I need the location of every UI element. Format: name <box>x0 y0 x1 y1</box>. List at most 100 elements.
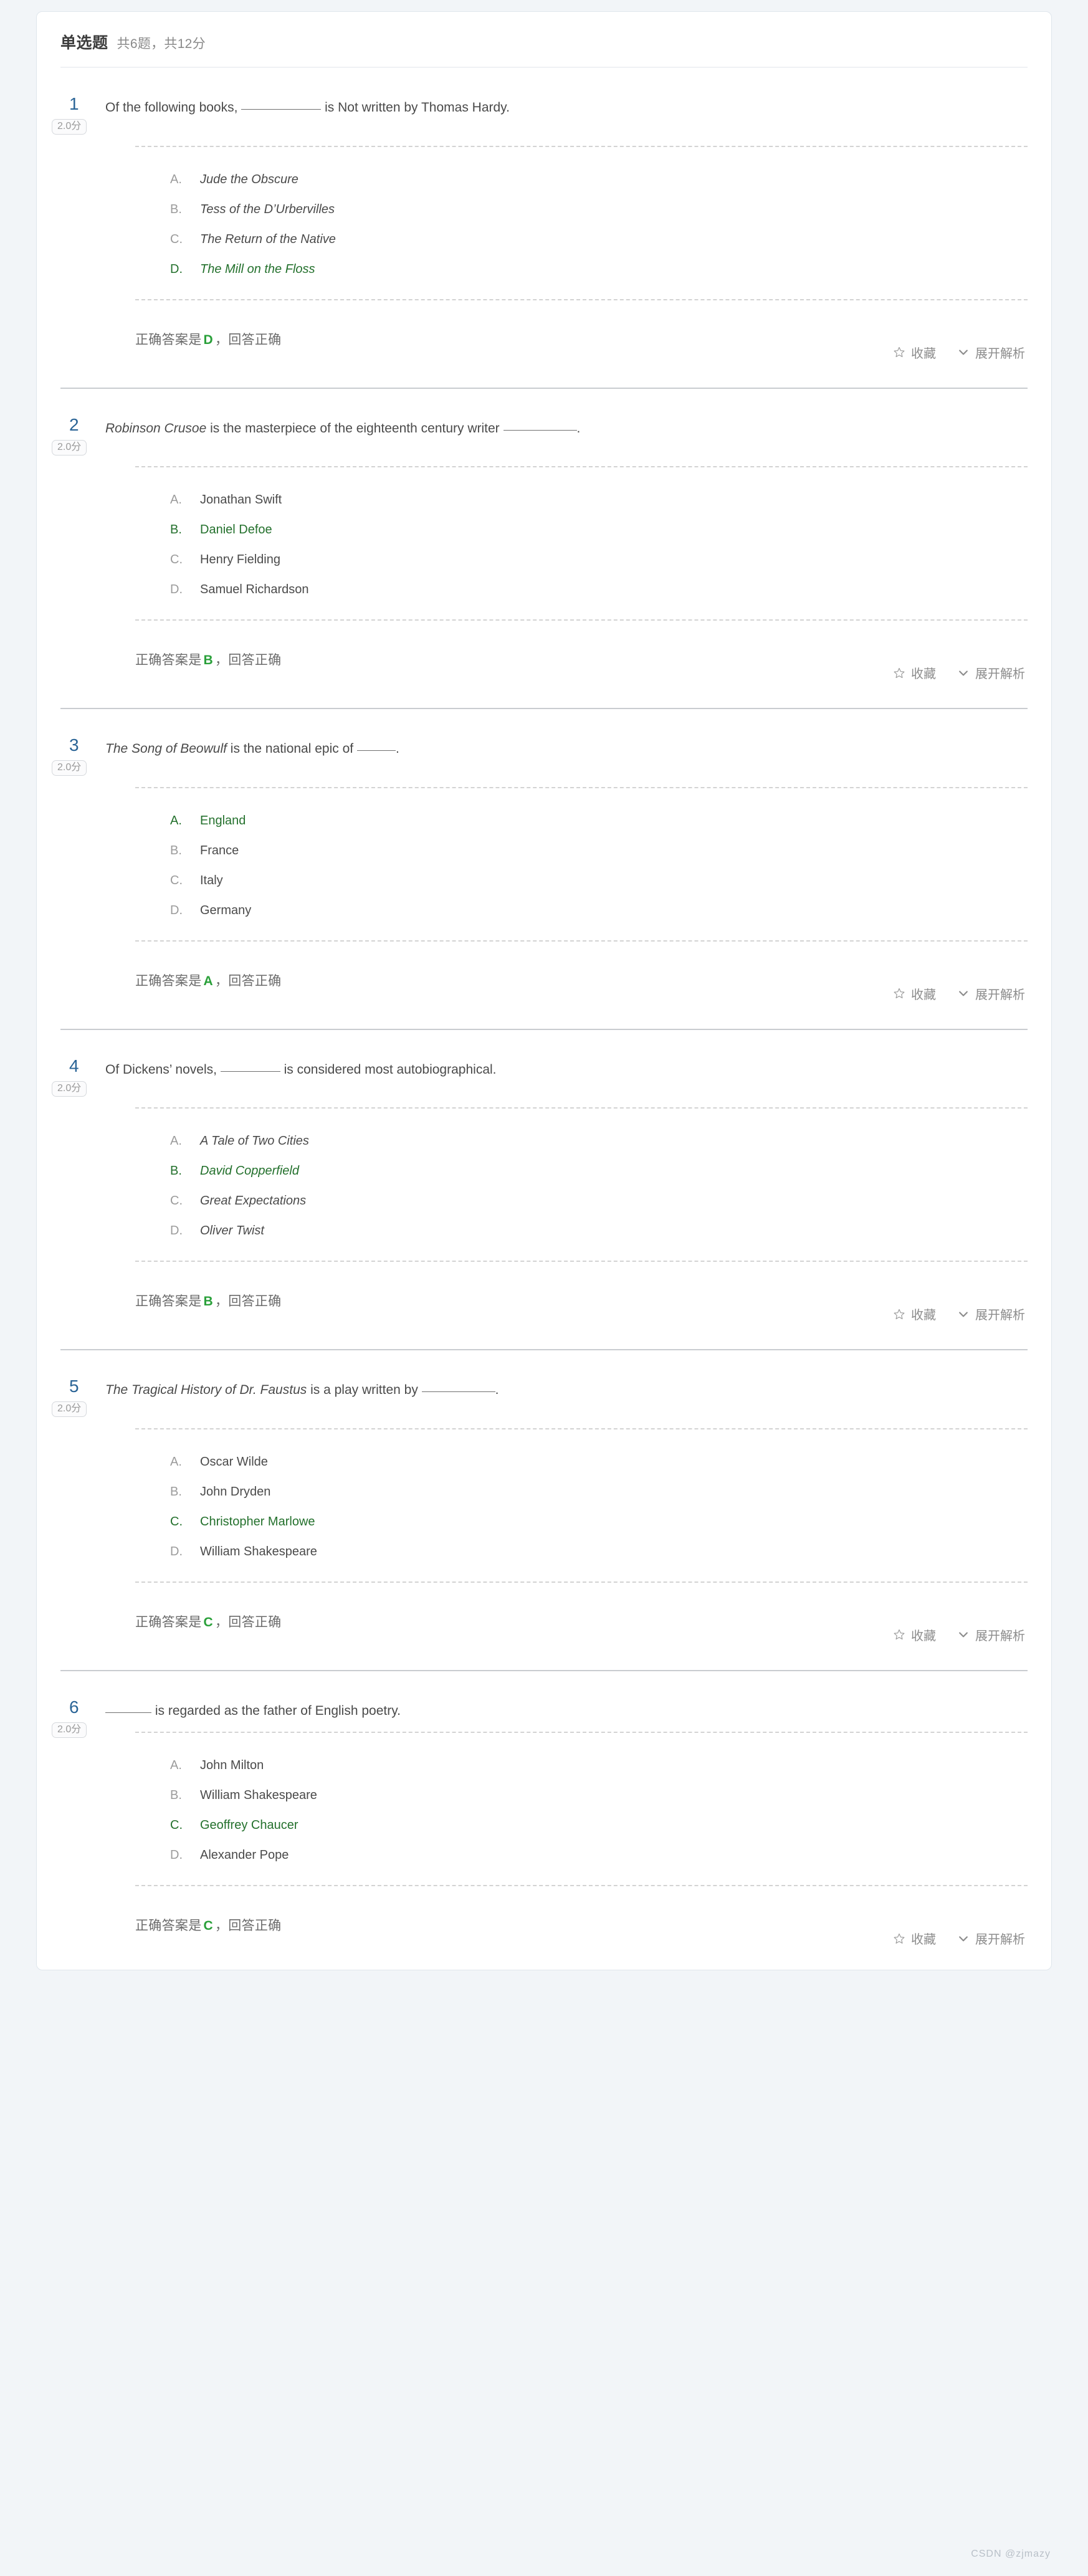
option-row[interactable]: A. John Milton <box>170 1750 1028 1780</box>
favorite-button[interactable]: 收藏 <box>893 664 936 682</box>
question-index-column: 1 2.0分 <box>52 94 105 135</box>
option-row[interactable]: A. England <box>170 806 1028 836</box>
option-row[interactable]: A. A Tale of Two Cities <box>170 1126 1028 1156</box>
answer-result-text: 正确答案是 D ，回答正确 <box>135 330 281 348</box>
answer-result-text: 正确答案是 A ，回答正确 <box>135 971 281 990</box>
option-text: Oscar Wilde <box>200 1454 268 1469</box>
option-row[interactable]: B. France <box>170 836 1028 866</box>
option-text: John Milton <box>200 1758 264 1772</box>
watermark: CSDN @zjmazy <box>971 2549 1051 2559</box>
answer-prefix: 正确答案是 <box>135 1615 202 1629</box>
answer-result-text: 正确答案是 B ，回答正确 <box>135 650 281 669</box>
option-row[interactable]: C. Henry Fielding <box>170 545 1028 575</box>
option-row[interactable]: B. David Copperfield <box>170 1156 1028 1186</box>
question-header: 4 2.0分 Of Dickens’ novels, is considered m… <box>52 1030 1028 1097</box>
answer-prefix: 正确答案是 <box>135 1919 202 1933</box>
chevron-down-icon <box>957 1308 970 1320</box>
question-item: 6 2.0分 is regarded as the father of Engli… <box>37 1671 1051 1948</box>
question-number: 1 <box>69 94 79 113</box>
question-index-column: 5 2.0分 <box>52 1376 105 1417</box>
section-title: 单选题 <box>60 34 108 52</box>
stem-text: is the national epic of <box>226 742 357 756</box>
star-outline-icon <box>893 987 905 999</box>
expand-analysis-button[interactable]: 展开解析 <box>957 985 1025 1003</box>
favorite-button[interactable]: 收藏 <box>893 343 936 361</box>
favorite-label: 收藏 <box>911 988 936 1002</box>
stem-text: is the masterpiece of the eighteenth cen… <box>206 421 503 436</box>
answer-letter: B <box>203 1294 213 1309</box>
answer-suffix: ，回答正确 <box>214 653 282 667</box>
answer-letter: C <box>203 1919 213 1933</box>
option-letter: D. <box>170 262 183 276</box>
option-row[interactable]: D. Germany <box>170 895 1028 925</box>
answer-blank <box>421 1391 495 1392</box>
question-index-column: 4 2.0分 <box>52 1057 105 1097</box>
option-row[interactable]: C. Great Expectations <box>170 1186 1028 1216</box>
answer-blank <box>356 750 396 751</box>
option-row[interactable]: A. Jonathan Swift <box>170 485 1028 515</box>
option-row[interactable]: B. Tess of the D’Urbervilles <box>170 194 1028 224</box>
option-letter: A. <box>170 1454 182 1469</box>
option-letter: D. <box>170 903 183 917</box>
answer-prefix: 正确答案是 <box>135 653 202 667</box>
expand-analysis-label: 展开解析 <box>975 1933 1025 1947</box>
option-letter: C. <box>170 1818 183 1832</box>
option-list: A. Jude the Obscure B. Tess of the D’Urberv… <box>60 147 1028 299</box>
question-actions: 收藏 展开解析 <box>893 1284 1028 1323</box>
option-row[interactable]: D. Alexander Pope <box>170 1840 1028 1870</box>
option-row[interactable]: C. Italy <box>170 866 1028 895</box>
option-row[interactable]: C. Christopher Marlowe <box>170 1507 1028 1537</box>
option-row[interactable]: D. Samuel Richardson <box>170 575 1028 604</box>
question-header: 3 2.0分 The Song of Beowulf is the national… <box>52 709 1028 776</box>
answer-prefix: 正确答案是 <box>135 1294 202 1309</box>
question-score-badge: 2.0分 <box>52 439 87 456</box>
option-list: A. Oscar Wilde B. John Dryden C. Christopher … <box>60 1429 1028 1581</box>
question-header: 2 2.0分 Robinson Crusoe is the masterpiece … <box>52 389 1028 456</box>
chevron-down-icon <box>957 667 970 679</box>
expand-analysis-button[interactable]: 展开解析 <box>957 1305 1025 1323</box>
stem-text: Of Dickens’ novels, <box>105 1062 221 1077</box>
option-row[interactable]: B. Daniel Defoe <box>170 515 1028 545</box>
question-actions: 收藏 展开解析 <box>893 1908 1028 1947</box>
star-outline-icon <box>893 1932 905 1945</box>
option-letter: B. <box>170 1484 182 1499</box>
expand-analysis-button[interactable]: 展开解析 <box>957 664 1025 682</box>
option-row[interactable]: C. The Return of the Native <box>170 224 1028 254</box>
favorite-button[interactable]: 收藏 <box>893 1305 936 1323</box>
option-text: Oliver Twist <box>200 1224 264 1238</box>
stem-title-italic: The Song of Beowulf <box>105 742 227 756</box>
answer-result-text: 正确答案是 C ，回答正确 <box>135 1915 281 1934</box>
question-number: 3 <box>69 735 79 755</box>
expand-analysis-button[interactable]: 展开解析 <box>957 1626 1025 1644</box>
option-row[interactable]: A. Oscar Wilde <box>170 1447 1028 1477</box>
question-actions: 收藏 展开解析 <box>893 642 1028 682</box>
option-row[interactable]: A. Jude the Obscure <box>170 165 1028 194</box>
option-text: Christopher Marlowe <box>200 1514 315 1529</box>
option-row[interactable]: B. John Dryden <box>170 1477 1028 1507</box>
stem-title-italic: Robinson Crusoe <box>105 421 207 436</box>
favorite-button[interactable]: 收藏 <box>893 1626 936 1644</box>
option-text: Geoffrey Chaucer <box>200 1818 298 1832</box>
expand-analysis-button[interactable]: 展开解析 <box>957 1929 1025 1947</box>
option-letter: B. <box>170 523 182 537</box>
option-row[interactable]: D. William Shakespeare <box>170 1537 1028 1567</box>
expand-analysis-button[interactable]: 展开解析 <box>957 343 1025 361</box>
question-number: 5 <box>69 1376 79 1396</box>
favorite-button[interactable]: 收藏 <box>893 1929 936 1947</box>
option-letter: B. <box>170 1788 182 1802</box>
stem-text: is considered most autobiographical. <box>280 1062 497 1077</box>
option-row[interactable]: C. Geoffrey Chaucer <box>170 1810 1028 1840</box>
answer-row: 正确答案是 B ，回答正确 收藏 展开解析 <box>60 1262 1028 1323</box>
question-index-column: 6 2.0分 <box>52 1698 105 1738</box>
favorite-label: 收藏 <box>911 346 936 361</box>
option-text: The Return of the Native <box>200 232 336 246</box>
question-stem: The Tragical History of Dr. Faustus is a… <box>105 1378 1028 1400</box>
option-text: Germany <box>200 903 252 917</box>
option-row[interactable]: D. The Mill on the Floss <box>170 254 1028 284</box>
option-letter: A. <box>170 1134 182 1148</box>
expand-analysis-label: 展开解析 <box>975 1309 1025 1322</box>
section-header: 单选题 共6题，共12分 <box>37 12 1051 67</box>
favorite-button[interactable]: 收藏 <box>893 985 936 1003</box>
option-row[interactable]: B. William Shakespeare <box>170 1780 1028 1810</box>
option-row[interactable]: D. Oliver Twist <box>170 1216 1028 1246</box>
